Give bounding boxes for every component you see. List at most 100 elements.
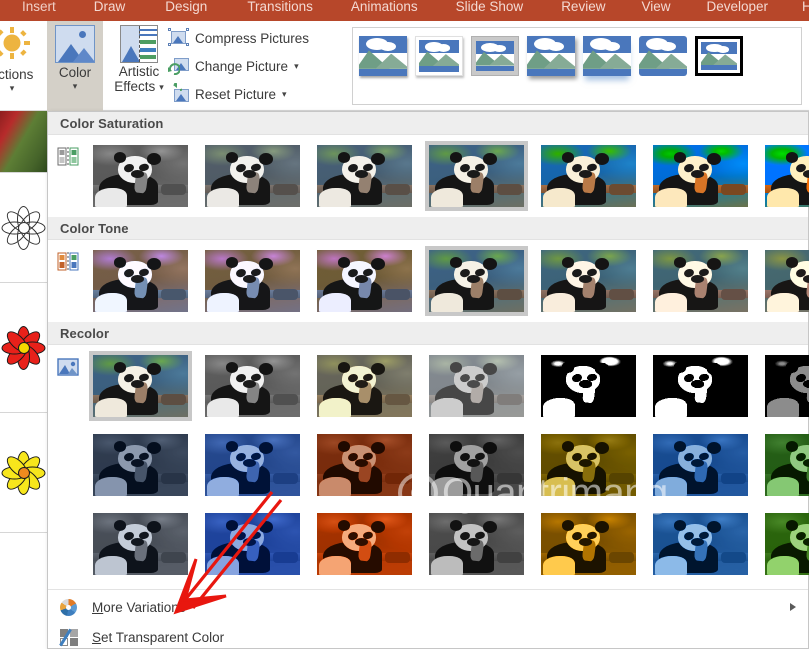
change-picture-button[interactable]: Change Picture ▾	[168, 52, 346, 80]
reset-picture-icon	[168, 83, 190, 105]
color-thumbnail[interactable]	[201, 509, 304, 579]
flower-center	[17, 341, 30, 354]
color-thumbnail[interactable]	[761, 246, 809, 316]
color-thumbnail[interactable]	[425, 246, 528, 316]
picture-style-option[interactable]	[359, 36, 407, 76]
ribbon-tab-transitions[interactable]: Transitions	[247, 0, 313, 17]
ribbon-tab-view[interactable]: View	[641, 0, 670, 17]
ribbon-tab-design[interactable]: Design	[165, 0, 207, 17]
picture-style-option[interactable]	[695, 36, 743, 76]
color-thumbnail[interactable]	[649, 351, 752, 421]
color-thumbnail[interactable]	[649, 509, 752, 579]
picture-style-option[interactable]	[527, 36, 575, 76]
color-thumbnail[interactable]	[89, 351, 192, 421]
recolor-gallery	[48, 345, 809, 585]
color-thumbnail[interactable]	[761, 351, 809, 421]
color-thumbnail[interactable]	[425, 141, 528, 211]
color-thumbnail[interactable]	[649, 246, 752, 316]
color-thumbnail[interactable]	[537, 430, 640, 500]
ribbon-tab-review[interactable]: Review	[561, 0, 605, 17]
color-label: Color	[58, 65, 92, 80]
color-thumbnail[interactable]	[201, 246, 304, 316]
color-thumbnail[interactable]	[761, 430, 809, 500]
color-thumbnail[interactable]	[537, 141, 640, 211]
thumbnail-image	[317, 513, 412, 575]
color-thumbnail[interactable]	[761, 141, 809, 211]
thumbnail-image	[93, 434, 188, 496]
tint-overlay	[93, 513, 188, 575]
color-thumbnail[interactable]	[425, 430, 528, 500]
color-thumbnail[interactable]	[649, 141, 752, 211]
corrections-button[interactable]: ections ▾	[0, 23, 54, 109]
thumbnail-image	[653, 434, 748, 496]
thumbnail-image	[765, 250, 809, 312]
color-thumbnail[interactable]	[201, 351, 304, 421]
color-dropdown-menu: Color Saturation Color Tone Recolor More…	[47, 111, 809, 649]
slide-thumbnail-outline-flower[interactable]	[0, 173, 47, 283]
ribbon-tab-animations[interactable]: Animations	[351, 0, 418, 17]
color-thumbnail[interactable]	[89, 509, 192, 579]
color-thumbnail[interactable]	[537, 246, 640, 316]
reset-picture-caret-icon[interactable]: ▾	[282, 89, 287, 100]
slide-thumbnail-pane[interactable]	[0, 111, 47, 649]
panda-image	[541, 145, 636, 207]
tint-overlay	[653, 434, 748, 496]
color-thumbnail[interactable]	[201, 141, 304, 211]
slide-thumbnail-yellow-flower[interactable]	[0, 413, 47, 533]
corrections-caret-icon[interactable]: ▾	[0, 83, 54, 93]
change-picture-caret-icon[interactable]: ▾	[294, 61, 299, 72]
picture-style-preview	[527, 36, 575, 76]
ribbon-tab-draw[interactable]: Draw	[94, 0, 126, 17]
compress-pictures-button[interactable]: Compress Pictures	[168, 24, 346, 52]
ribbon-tab-slide-show[interactable]: Slide Show	[456, 0, 524, 17]
picture-style-option[interactable]	[471, 36, 519, 76]
picture-style-option[interactable]	[415, 36, 463, 76]
tint-overlay	[429, 434, 524, 496]
slide-thumbnail-red-flower[interactable]	[0, 283, 47, 413]
panda-image	[205, 145, 300, 207]
slide-thumbnail-photo[interactable]	[0, 111, 47, 173]
color-thumbnail[interactable]	[313, 430, 416, 500]
panda-image	[765, 145, 809, 207]
set-transparent-color-menu-item[interactable]: Set Transparent Color	[48, 622, 808, 649]
picture-styles-gallery	[352, 27, 802, 105]
color-thumbnail[interactable]	[313, 509, 416, 579]
artistic-effects-caret-icon[interactable]: ▾	[159, 82, 164, 92]
panda-image	[653, 250, 748, 312]
color-thumbnail[interactable]	[201, 430, 304, 500]
color-thumbnail[interactable]	[537, 351, 640, 421]
thumbnail-image	[205, 250, 300, 312]
color-thumbnail[interactable]	[425, 351, 528, 421]
flower-graphic	[1, 205, 47, 251]
picture-style-option[interactable]	[583, 36, 631, 76]
color-thumbnail[interactable]	[537, 509, 640, 579]
ribbon-tab-developer[interactable]: Developer	[706, 0, 768, 17]
thumbnail-image	[317, 145, 412, 207]
thumbnail-image	[429, 434, 524, 496]
color-caret-icon[interactable]: ▾	[47, 81, 103, 91]
color-thumbnail[interactable]	[425, 509, 528, 579]
picture-style-option[interactable]	[639, 36, 687, 76]
tint-overlay	[317, 513, 412, 575]
ribbon-tab-insert[interactable]: Insert	[22, 0, 56, 17]
panda-image	[93, 250, 188, 312]
reset-picture-button[interactable]: Reset Picture ▾	[168, 80, 346, 108]
color-thumbnail[interactable]	[313, 141, 416, 211]
thumbnail-image	[93, 145, 188, 207]
panda-image	[205, 355, 300, 417]
color-thumbnail[interactable]	[89, 246, 192, 316]
ribbon-tab-help[interactable]: Help	[802, 0, 809, 17]
more-variations-menu-item[interactable]: More Variations	[48, 592, 808, 622]
tint-overlay	[317, 434, 412, 496]
artistic-effects-button[interactable]: Artistic Effects ▾	[105, 23, 173, 109]
color-thumbnail[interactable]	[313, 246, 416, 316]
color-thumbnail[interactable]	[761, 509, 809, 579]
tint-overlay	[93, 434, 188, 496]
picture-style-preview	[359, 36, 407, 76]
color-thumbnail[interactable]	[313, 351, 416, 421]
color-thumbnail[interactable]	[649, 430, 752, 500]
thumbnail-image	[765, 145, 809, 207]
color-thumbnail[interactable]	[89, 430, 192, 500]
color-thumbnail[interactable]	[89, 141, 192, 211]
saturation-icon	[56, 145, 80, 169]
